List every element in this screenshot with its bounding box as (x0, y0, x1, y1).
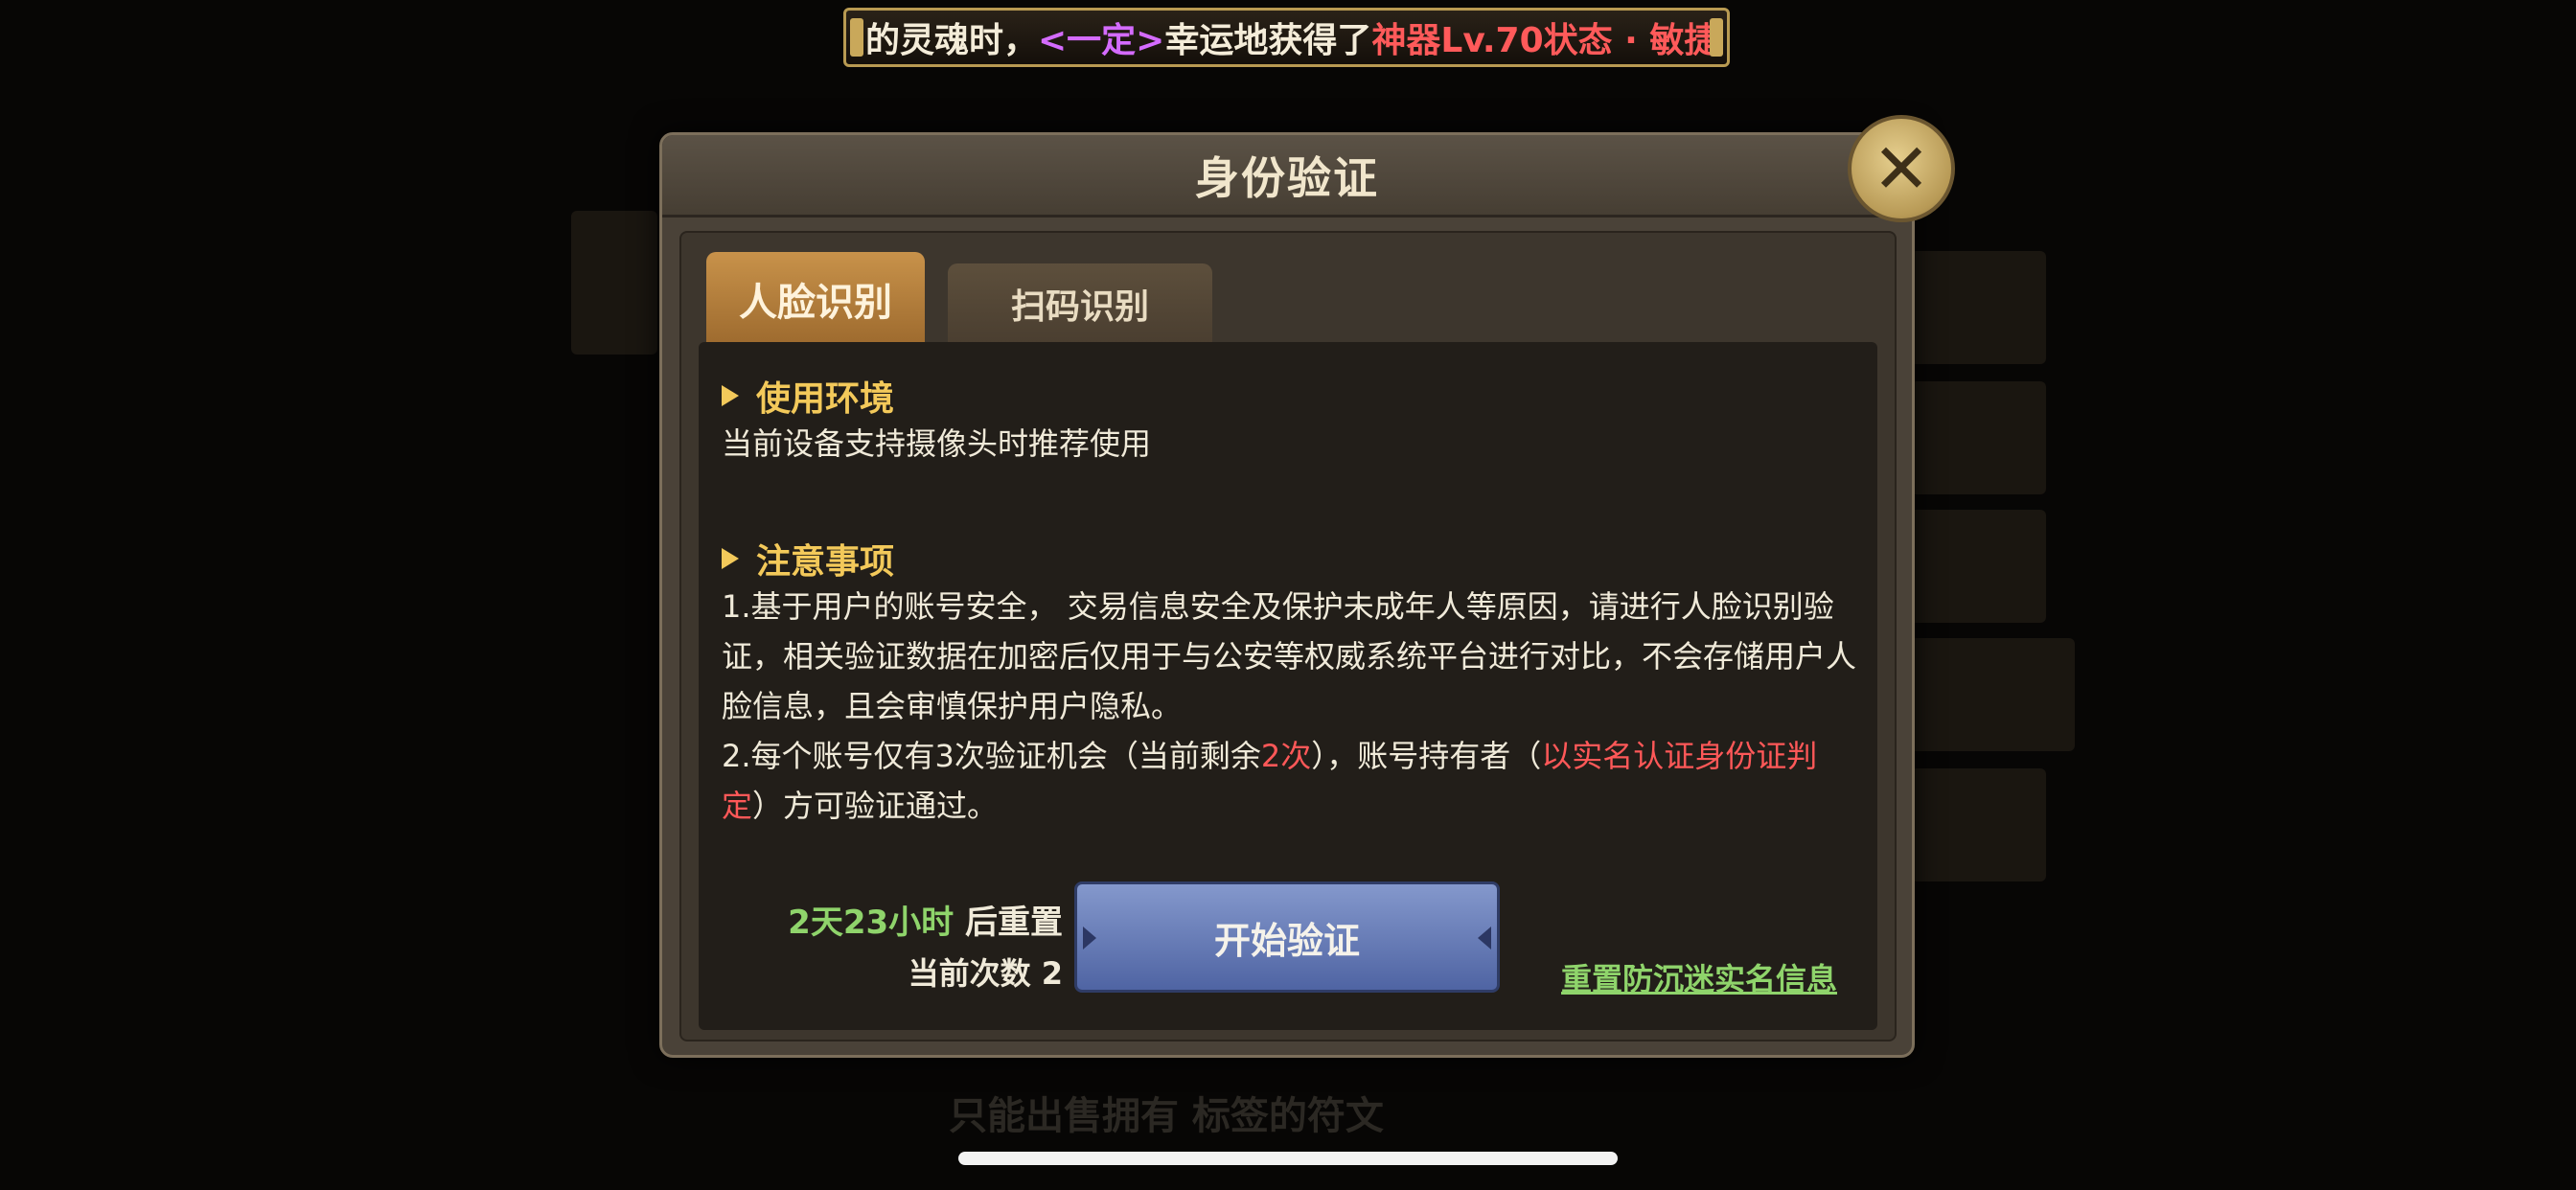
marquee-item-name: 神器Lv.70状态 · 敏捷 (1371, 21, 1719, 60)
triangle-bullet-icon (722, 548, 739, 569)
identity-verification-dialog: 身份验证 人脸识别 扫码识别 使用环境 当前设备支持摄像头时推荐使用 注意事项 … (659, 132, 1915, 1058)
usage-environment-text: 当前设备支持摄像头时推荐使用 (722, 425, 1152, 462)
section-title: 使用环境 (756, 379, 895, 419)
marquee-text: 的灵魂时， (865, 21, 1039, 60)
dialog-header: 身份验证 (662, 135, 1912, 217)
tab-qr-recognition[interactable]: 扫码识别 (948, 263, 1212, 344)
close-x-icon: ✕ (1872, 128, 1931, 209)
notes-text-part: 2.每个账号仅有3次验证机会（当前剩余 (722, 738, 1261, 774)
remaining-attempts: 2次 (1260, 738, 1312, 774)
reset-time-suffix: 后重置 (954, 904, 1063, 942)
reset-realname-link[interactable]: 重置防沉迷实名信息 (1561, 955, 1837, 999)
current-count: 当前次数 2 (908, 955, 1063, 992)
home-indicator[interactable] (958, 1152, 1618, 1165)
marquee-highlight: <一定> (1038, 21, 1165, 60)
close-button[interactable]: ✕ (1848, 115, 1955, 222)
bg-menu-block (1907, 638, 2075, 751)
tab-content-panel: 使用环境 当前设备支持摄像头时推荐使用 注意事项 1.基于用户的账号安全， 交易… (699, 342, 1877, 1030)
section-title: 注意事项 (756, 542, 895, 582)
section-notes: 注意事项 (722, 534, 894, 584)
notes-text-part: ），账号持有者（ (1311, 738, 1542, 774)
bg-menu-block (1907, 510, 2046, 623)
notes-item-1: 1.基于用户的账号安全， 交易信息安全及保护未成年人等原因，请进行人脸识别验证，… (722, 588, 1857, 724)
dialog-title: 身份验证 (1195, 151, 1379, 204)
bg-menu-block (1907, 768, 2046, 881)
start-verification-button[interactable]: 开始验证 (1074, 881, 1500, 993)
system-marquee: 的灵魂时， <一定> 幸运地获得了 神器Lv.70状态 · 敏捷 (843, 8, 1730, 67)
notes-text: 1.基于用户的账号安全， 交易信息安全及保护未成年人等原因，请进行人脸识别验证，… (722, 582, 1862, 831)
bg-item-slot (571, 211, 657, 355)
notes-item-2: 2.每个账号仅有3次验证机会（当前剩余2次），账号持有者（以实名认证身份证判定）… (722, 731, 1862, 831)
tab-face-recognition[interactable]: 人脸识别 (706, 252, 925, 346)
triangle-bullet-icon (722, 385, 739, 406)
reset-time-value: 2天23小时 (788, 904, 954, 942)
bg-menu-block (1907, 251, 2046, 364)
notes-text-part: ）方可验证通过。 (752, 788, 999, 824)
section-usage-environment: 使用环境 (722, 371, 894, 421)
reset-timer: 2天23小时 后重置 (788, 896, 1063, 943)
bg-menu-block (1907, 381, 2046, 494)
bg-bottom-hint: 只能出售拥有 标签的符文 (949, 1094, 1384, 1138)
dialog-body: 人脸识别 扫码识别 使用环境 当前设备支持摄像头时推荐使用 注意事项 1.基于用… (679, 231, 1897, 1041)
marquee-text: 幸运地获得了 (1164, 21, 1372, 60)
